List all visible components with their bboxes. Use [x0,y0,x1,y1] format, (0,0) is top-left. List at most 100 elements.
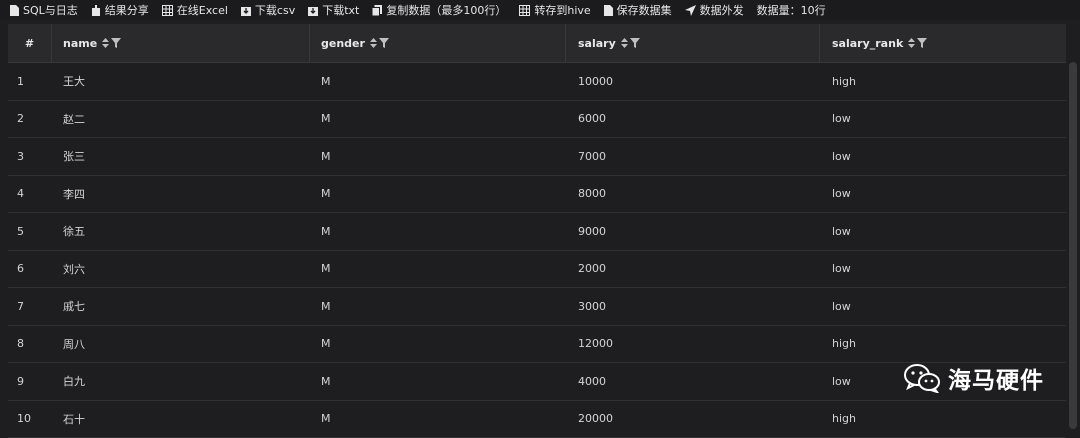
cell-salary-rank: low [820,300,1066,313]
cell-gender: M [310,112,566,125]
cell-name: 周八 [52,336,310,352]
cell-index: 1 [8,75,52,88]
filter-icon[interactable] [630,38,640,48]
watermark-text: 海马硬件 [948,361,1044,395]
column-header-label: name [63,37,97,50]
cell-name: 戚七 [52,298,310,314]
table-row[interactable]: 8周八M12000high [8,326,1066,364]
cell-salary: 3000 [566,300,820,313]
cell-salary-rank: high [820,412,1066,425]
column-header-name[interactable]: name [52,24,310,62]
cell-gender: M [310,375,566,388]
cell-index: 2 [8,112,52,125]
cell-name: 白九 [52,373,310,389]
share-icon [91,5,101,16]
cell-name: 赵二 [52,111,310,127]
download-txt-button[interactable]: 下载txt [308,2,359,18]
filter-icon[interactable] [379,38,389,48]
table-row[interactable]: 6刘六M2000low [8,251,1066,289]
save-dataset-button[interactable]: 保存数据集 [604,2,672,18]
cell-gender: M [310,150,566,163]
sort-icon[interactable] [908,38,915,48]
table-row[interactable]: 4李四M8000low [8,176,1066,214]
download-csv-button[interactable]: 下载csv [241,2,295,18]
cell-name: 张三 [52,148,310,164]
data-export-button[interactable]: 数据外发 [685,2,744,18]
cell-salary: 4000 [566,375,820,388]
column-header-label: gender [321,37,365,50]
table-row[interactable]: 1王大M10000high [8,63,1066,101]
save-dataset-label: 保存数据集 [617,2,672,18]
cell-salary: 6000 [566,112,820,125]
sql-log-button[interactable]: SQL与日志 [10,2,78,18]
cell-index: 10 [8,412,52,425]
cell-salary-rank: low [820,187,1066,200]
column-header-salary[interactable]: salary [566,24,820,62]
cell-index: 4 [8,187,52,200]
cell-gender: M [310,300,566,313]
online-excel-label: 在线Excel [177,2,228,18]
download-icon [308,5,318,16]
data-export-label: 数据外发 [700,2,744,18]
column-header-index: # [8,24,52,62]
vertical-scrollbar[interactable] [1069,62,1077,429]
cell-salary: 8000 [566,187,820,200]
sort-icon[interactable] [370,38,377,48]
cell-index: 8 [8,337,52,350]
table-row[interactable]: 2赵二M6000low [8,101,1066,139]
online-excel-button[interactable]: 在线Excel [162,2,228,18]
copy-data-button[interactable]: 复制数据（最多100行） [372,2,506,18]
cell-index: 9 [8,375,52,388]
cell-salary: 7000 [566,150,820,163]
filter-icon[interactable] [917,38,927,48]
table-row[interactable]: 5徐五M9000low [8,213,1066,251]
cell-salary: 10000 [566,75,820,88]
download-txt-label: 下载txt [322,2,359,18]
filter-icon[interactable] [111,38,121,48]
sort-icon[interactable] [621,38,628,48]
cell-index: 7 [8,300,52,313]
table-header: # name gender salary salary_rank [8,24,1066,63]
cell-gender: M [310,412,566,425]
row-count: 数据量：10行 [757,2,826,18]
sql-log-label: SQL与日志 [23,2,78,18]
save-to-hive-label: 转存到hive [534,2,590,18]
table-row[interactable]: 10石十M20000high [8,401,1066,438]
grid-icon [162,5,173,16]
cell-salary-rank: low [820,112,1066,125]
file-icon [604,5,613,16]
cell-name: 李四 [52,186,310,202]
cell-index: 3 [8,150,52,163]
column-header-label: salary [578,37,616,50]
watermark: 海马硬件 [904,361,1044,395]
column-header-label: # [25,37,34,50]
send-icon [685,5,696,16]
cell-salary: 2000 [566,262,820,275]
cell-gender: M [310,225,566,238]
column-header-salary-rank[interactable]: salary_rank [820,24,1066,62]
download-icon [241,5,251,16]
cell-salary-rank: low [820,262,1066,275]
save-to-hive-button[interactable]: 转存到hive [519,2,590,18]
cell-salary-rank: high [820,75,1066,88]
cell-gender: M [310,75,566,88]
cell-index: 5 [8,225,52,238]
file-icon [10,5,19,16]
copy-icon [372,5,382,16]
download-csv-label: 下载csv [255,2,295,18]
copy-data-label: 复制数据（最多100行） [386,2,506,18]
cell-index: 6 [8,262,52,275]
cell-gender: M [310,262,566,275]
sort-icon[interactable] [102,38,109,48]
table-row[interactable]: 7戚七M3000low [8,288,1066,326]
cell-salary-rank: high [820,337,1066,350]
share-result-button[interactable]: 结果分享 [91,2,149,18]
cell-name: 刘六 [52,261,310,277]
cell-name: 石十 [52,411,310,427]
cell-name: 徐五 [52,223,310,239]
table-row[interactable]: 3张三M7000low [8,138,1066,176]
cell-gender: M [310,337,566,350]
column-header-gender[interactable]: gender [310,24,566,62]
cell-gender: M [310,187,566,200]
share-result-label: 结果分享 [105,2,149,18]
